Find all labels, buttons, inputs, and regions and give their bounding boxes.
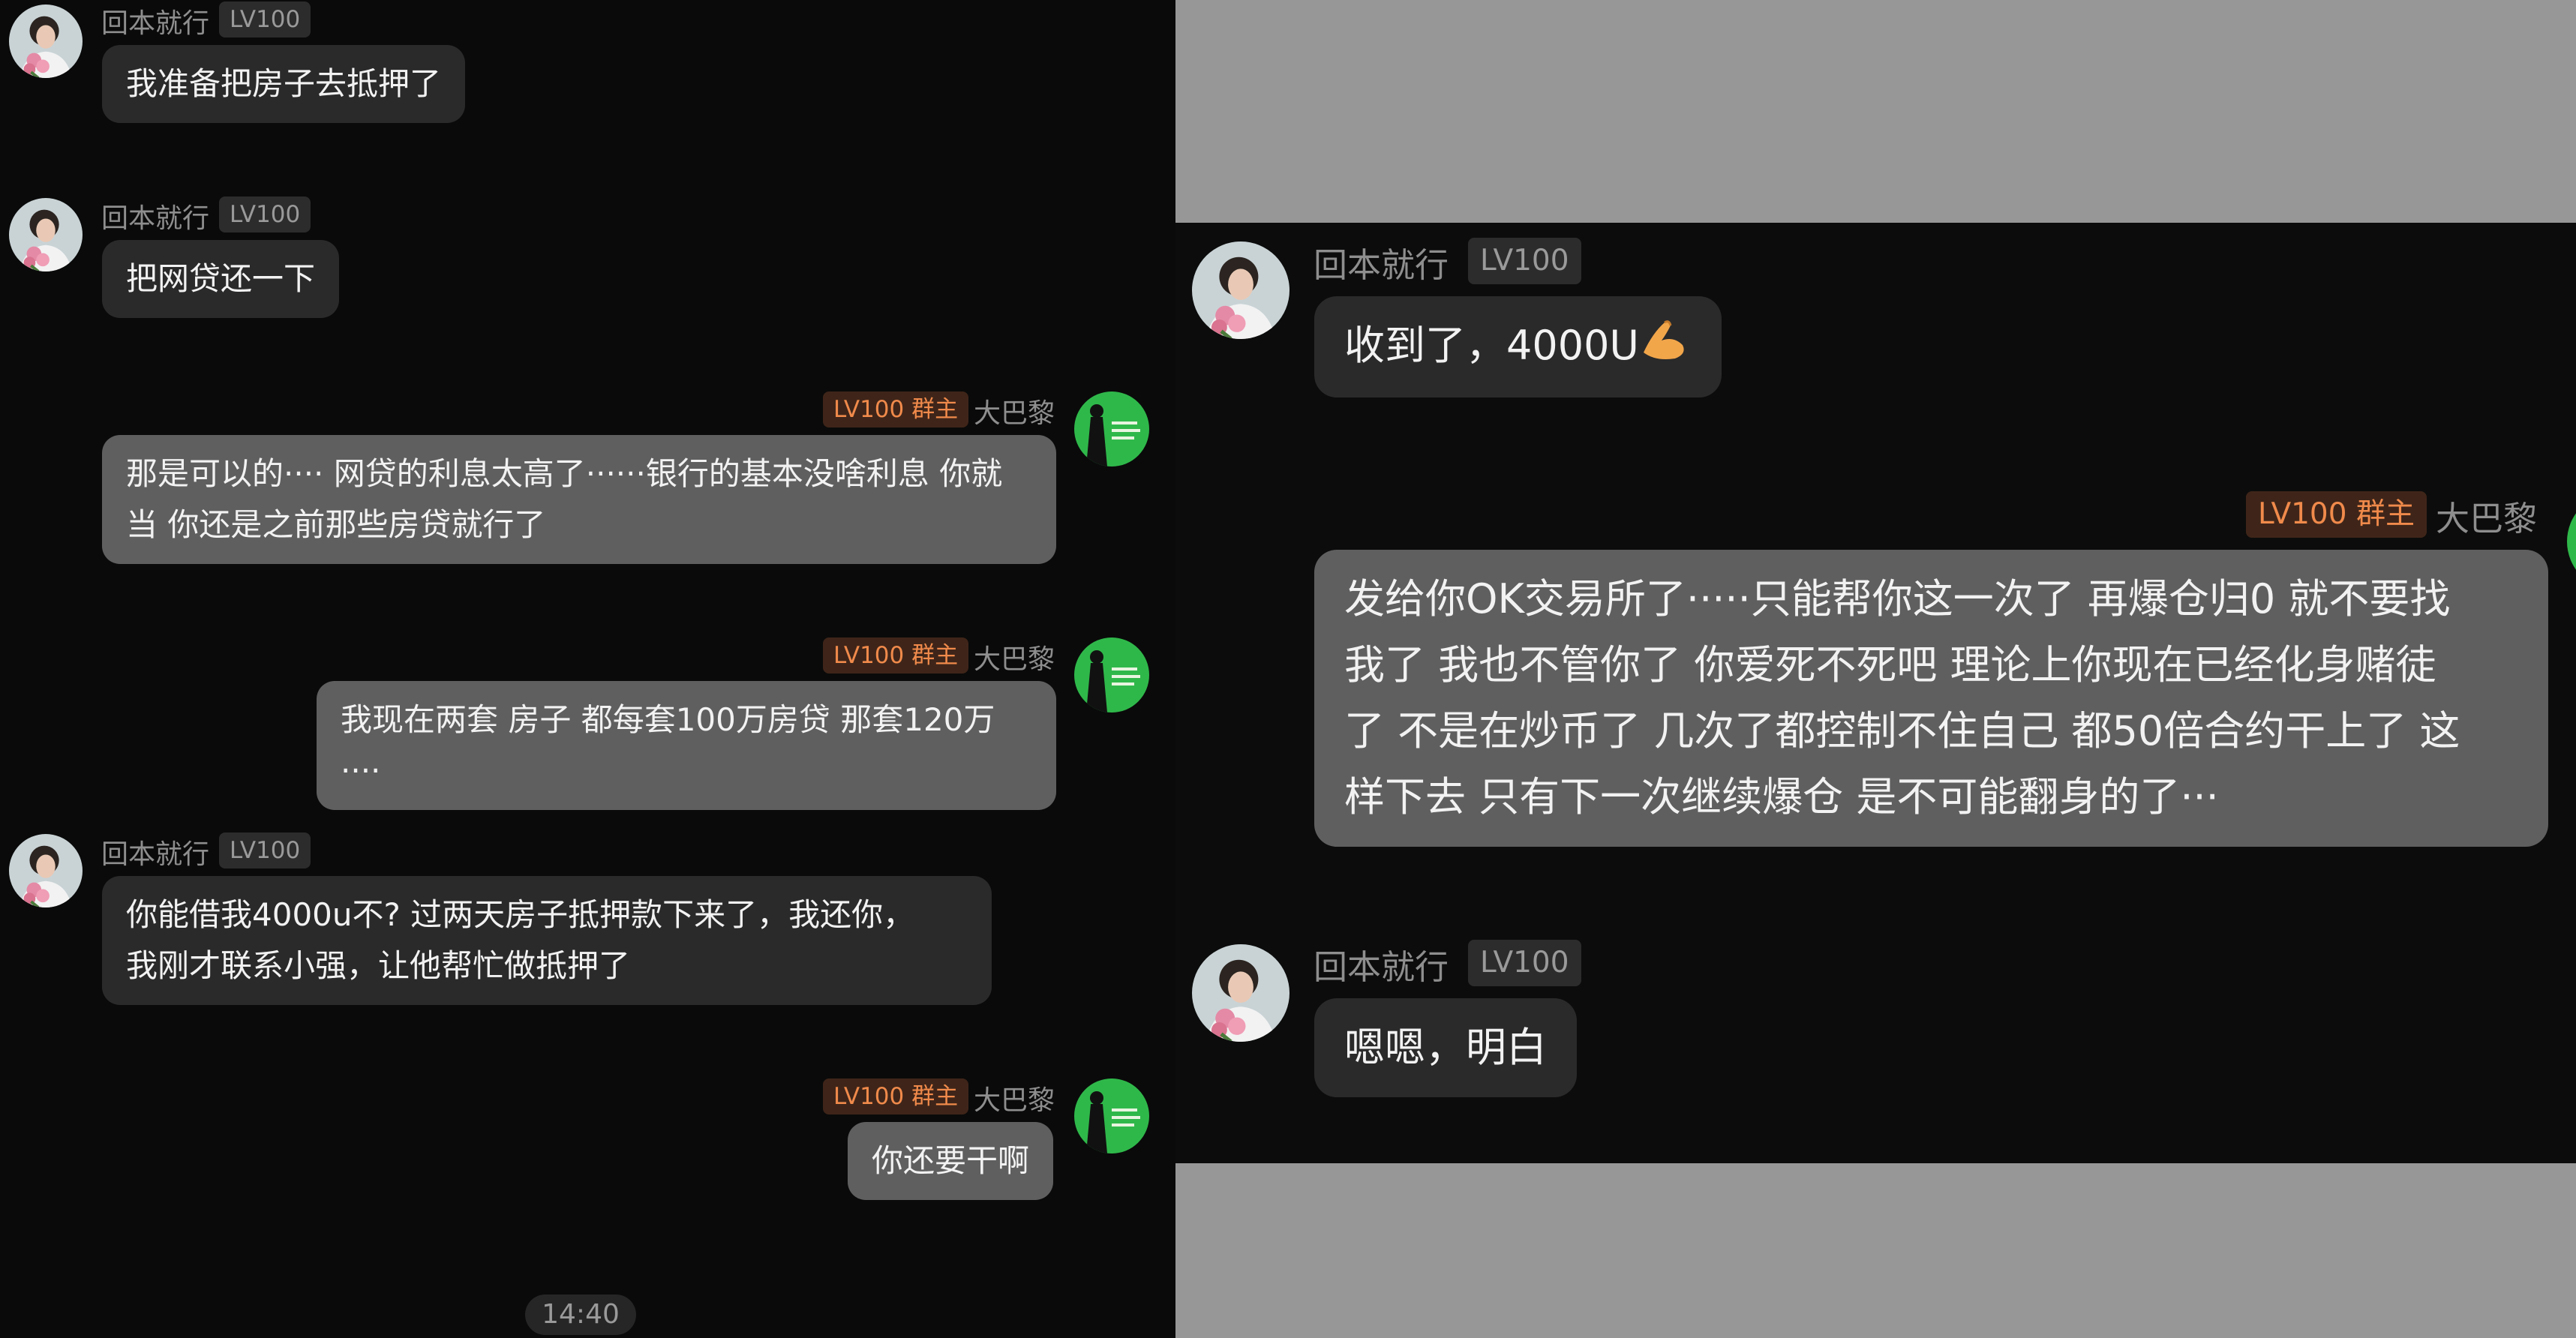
message-line: 我了 我也不管你了 你爱死不死吧 理论上你现在已经化身赌徒	[1344, 641, 2436, 688]
level-badge: LV100	[1468, 940, 1581, 986]
message-line: 当 你还是之前那些房贷就行了	[126, 506, 546, 543]
left-chat-panel: 回本就行 LV100 我准备把房子去抵押了 回本就行 LV100 把网贷还一下 …	[0, 0, 1175, 1338]
sender-name: 大巴黎	[2436, 499, 2538, 538]
sender-name: 大巴黎	[974, 1085, 1055, 1116]
sender-name: 回本就行	[1314, 245, 1449, 285]
sender-name: 回本就行	[101, 839, 210, 870]
message-text: 收到了，4000U	[1344, 322, 1639, 369]
owner-badge: LV100 群主	[823, 638, 969, 674]
owner-avatar-icon[interactable]	[1074, 1078, 1149, 1154]
owner-badge: LV100 群主	[823, 1078, 969, 1114]
member-avatar-icon[interactable]	[9, 198, 83, 272]
right-chat-panel: 回本就行 LV100 收到了，4000U LV100 群主 大巴黎 发给你OK交…	[1175, 0, 2576, 1338]
sender-name: 回本就行	[1314, 947, 1449, 987]
message-line: 样下去 只有下一次继续爆仓 是不可能翻身的了···	[1344, 773, 2219, 820]
sender-name: 大巴黎	[974, 398, 1055, 429]
chat-area: 回本就行 LV100 收到了，4000U LV100 群主 大巴黎 发给你OK交…	[1175, 223, 2576, 1163]
owner-avatar-icon[interactable]	[1074, 638, 1149, 712]
ok-hand-emoji-icon	[1639, 315, 1692, 381]
member-avatar-icon[interactable]	[9, 834, 83, 908]
message-bubble[interactable]: 你还要干啊	[848, 1122, 1054, 1200]
level-badge: LV100	[219, 832, 311, 868]
level-badge: LV100	[1468, 238, 1581, 284]
member-avatar-icon[interactable]	[1192, 242, 1290, 339]
level-badge: LV100	[219, 2, 311, 38]
message-bubble[interactable]: 我准备把房子去抵押了	[102, 45, 466, 123]
message-bubble[interactable]: 收到了，4000U	[1314, 296, 1722, 398]
message-bubble[interactable]: 我现在两套 房子 都每套100万房贷 那套120万····	[317, 681, 1056, 810]
level-badge: LV100	[219, 196, 311, 232]
message-line: 我刚才联系小强，让他帮忙做抵押了	[126, 947, 631, 984]
message-bubble[interactable]: 把网贷还一下	[102, 240, 340, 318]
message-bubble[interactable]: 那是可以的···· 网贷的利息太高了······银行的基本没啥利息 你就 当 你…	[102, 435, 1056, 564]
sender-name: 回本就行	[101, 203, 210, 234]
owner-badge: LV100 群主	[823, 392, 969, 428]
message-bubble[interactable]: 发给你OK交易所了·····只能帮你这一次了 再爆仓归0 就不要找 我了 我也不…	[1314, 550, 2548, 847]
message-bubble[interactable]: 嗯嗯，明白	[1314, 998, 1577, 1097]
timestamp: 14:40	[525, 1294, 636, 1335]
member-avatar-icon[interactable]	[9, 4, 83, 78]
sender-name: 回本就行	[101, 8, 210, 39]
message-bubble[interactable]: 你能借我4000u不? 过两天房子抵押款下来了，我还你， 我刚才联系小强，让他帮…	[102, 876, 992, 1005]
message-line: 你能借我4000u不? 过两天房子抵押款下来了，我还你，	[126, 896, 915, 933]
owner-avatar-icon[interactable]	[2567, 493, 2576, 590]
member-avatar-icon[interactable]	[1192, 944, 1290, 1042]
owner-badge: LV100 群主	[2246, 491, 2427, 538]
message-line: 发给你OK交易所了·····只能帮你这一次了 再爆仓归0 就不要找	[1344, 575, 2451, 622]
message-line: 那是可以的···· 网贷的利息太高了······银行的基本没啥利息 你就	[126, 455, 1003, 492]
sender-name: 大巴黎	[974, 644, 1055, 675]
owner-avatar-icon[interactable]	[1074, 392, 1149, 466]
message-line: 了 不是在炒币了 几次了都控制不住自己 都50倍合约干上了 这	[1344, 707, 2460, 754]
